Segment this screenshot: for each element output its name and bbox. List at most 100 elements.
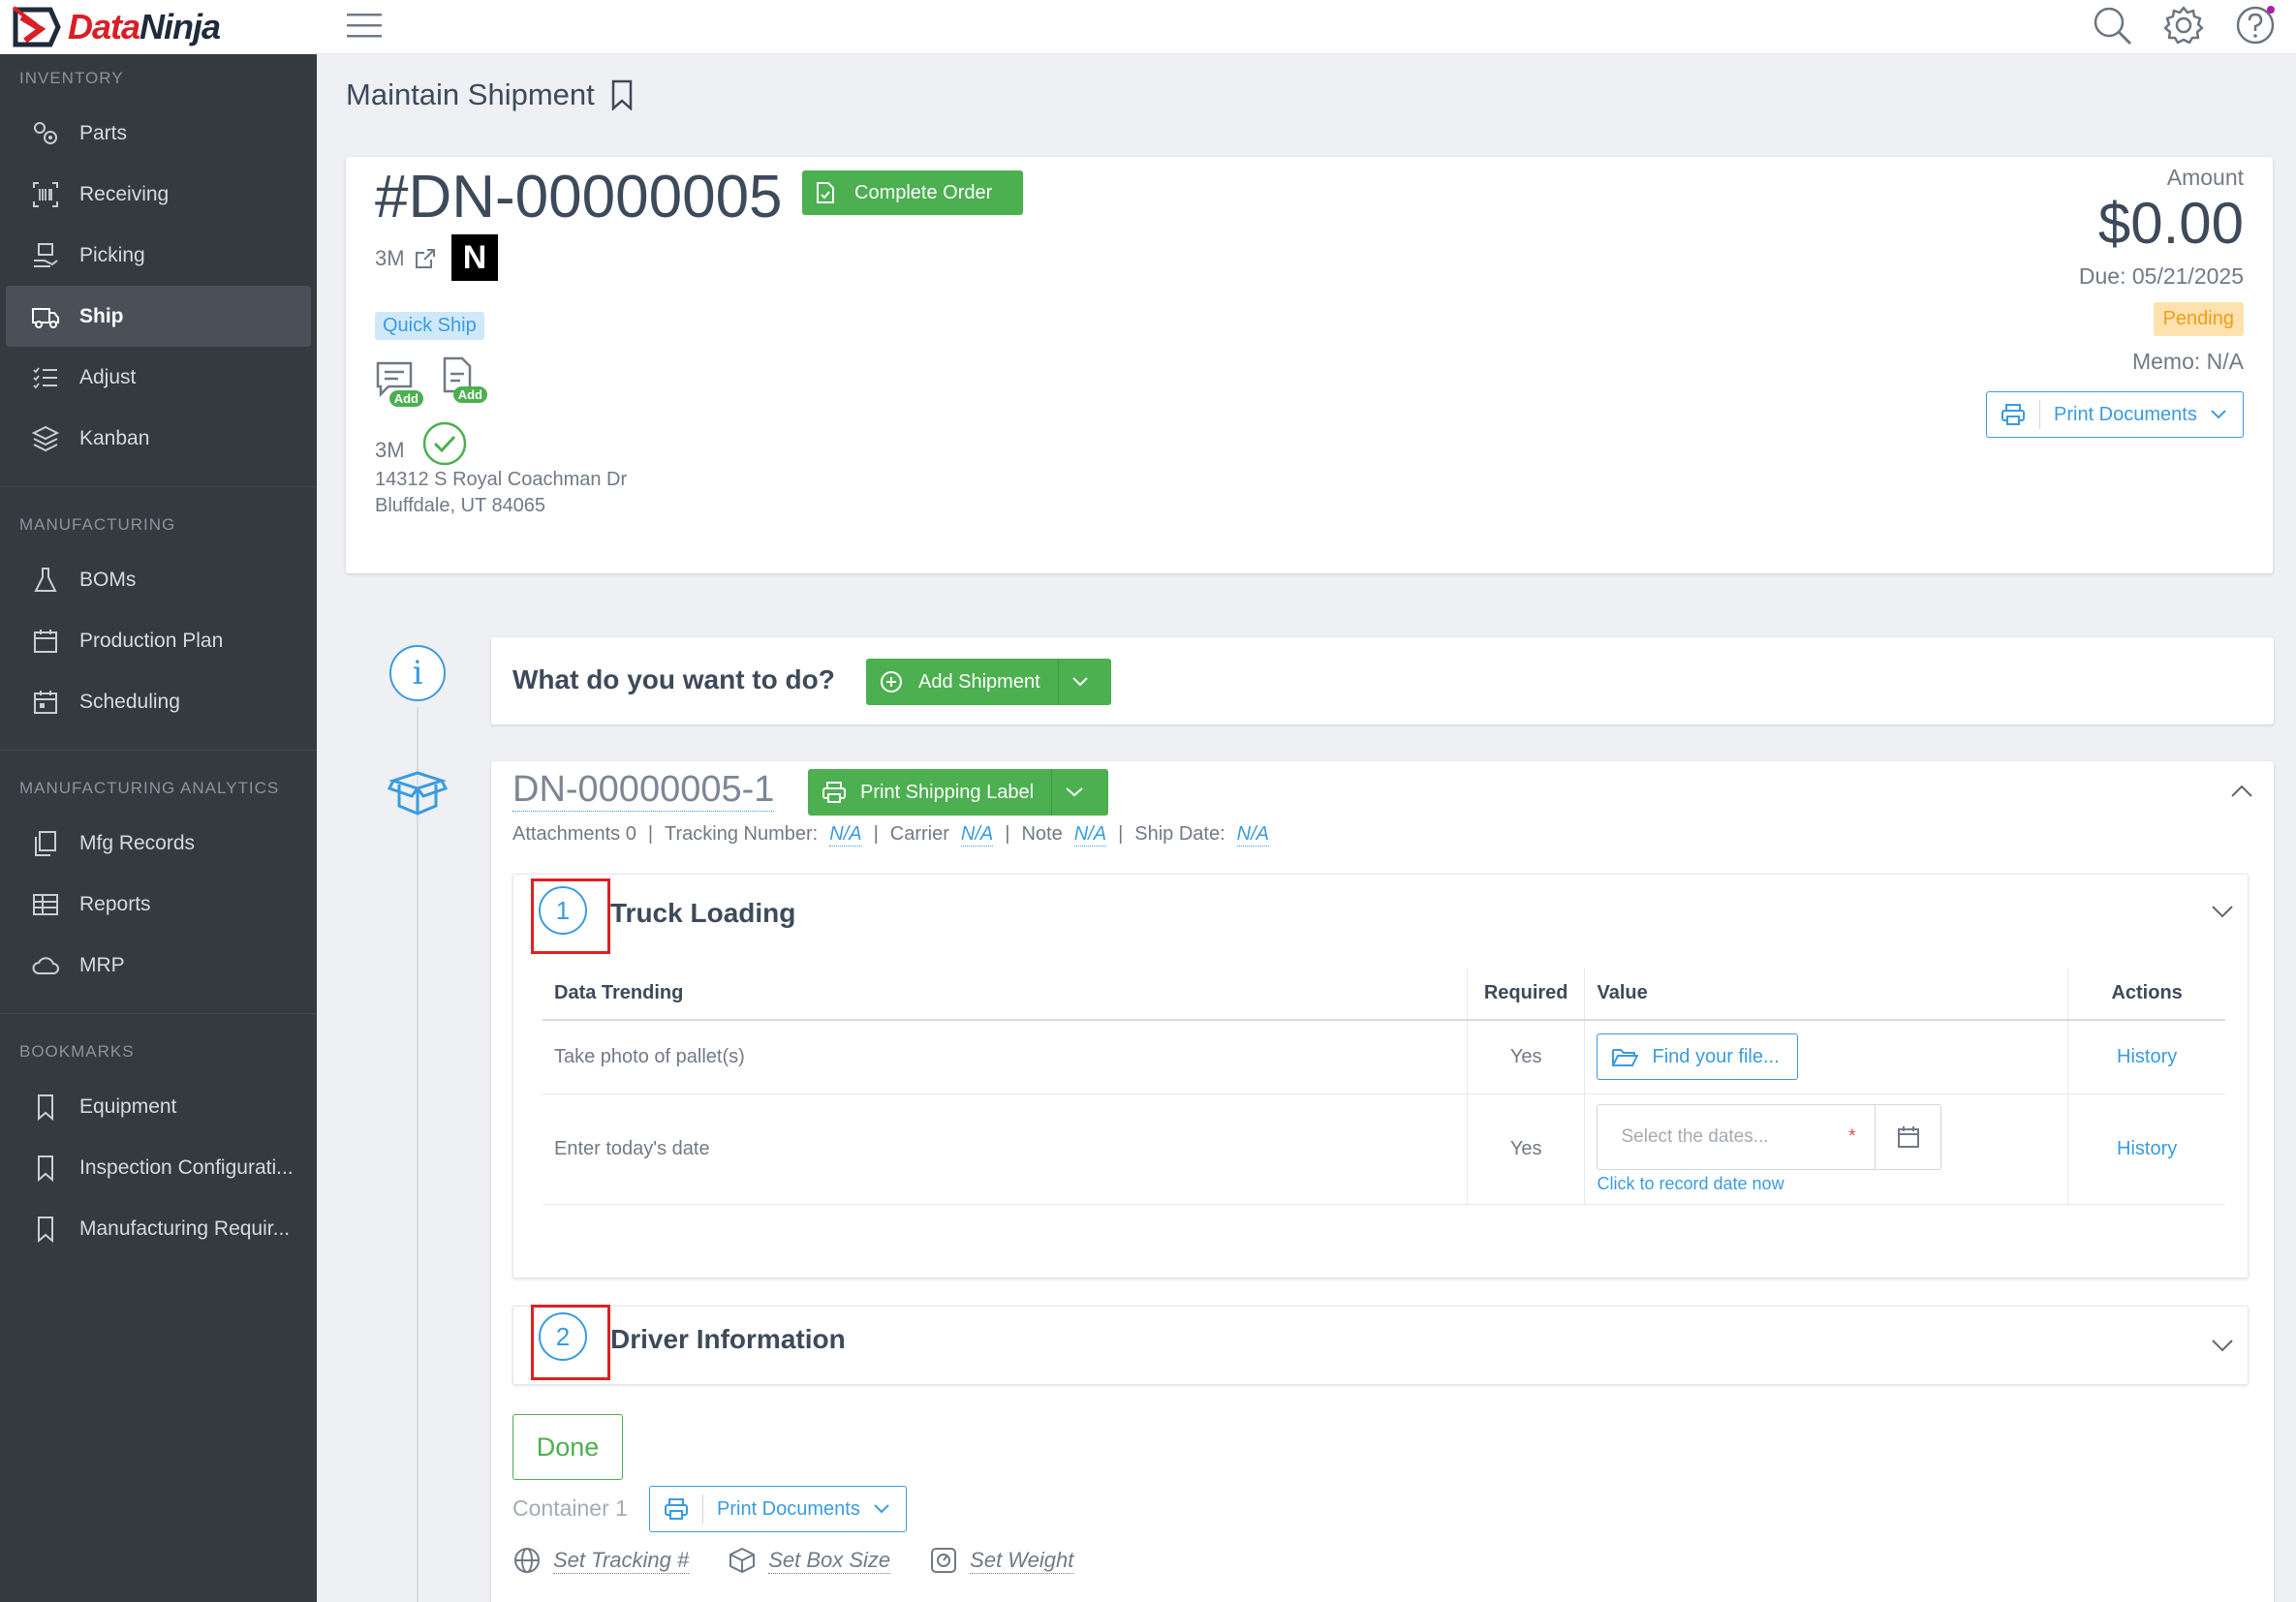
set-weight-label: Set Weight <box>970 1547 1074 1574</box>
due-date: Due: 05/21/2025 <box>2078 263 2244 289</box>
done-button[interactable]: Done <box>512 1414 623 1480</box>
step-number: 1 <box>539 886 587 935</box>
tracking-label: Tracking Number: <box>665 823 819 845</box>
shipment-card: DN-00000005-1 Print Shipping Label Attac… <box>491 761 2274 1602</box>
note-label: Note <box>1021 823 1063 845</box>
folder-open-icon <box>1612 1049 1639 1067</box>
find-file-button[interactable]: Find your file... <box>1597 1033 1798 1081</box>
bookmark-icon[interactable] <box>610 79 634 110</box>
search-icon[interactable] <box>2091 4 2133 46</box>
ninja-logo-icon <box>12 6 61 47</box>
sidebar-item-mrp[interactable]: MRP <box>6 935 311 996</box>
box-open-icon <box>388 771 448 816</box>
tracking-value[interactable]: N/A <box>829 823 862 847</box>
container-print-documents-button[interactable]: Print Documents <box>649 1486 907 1532</box>
sidebar-item-label: Scheduling <box>79 690 180 713</box>
calendar-icon <box>1897 1125 1919 1148</box>
sidebar-item-parts[interactable]: Parts <box>6 103 311 164</box>
sidebar-item-reports[interactable]: Reports <box>6 874 311 935</box>
table-icon <box>33 893 58 915</box>
chevron-down-icon[interactable] <box>2211 1338 2234 1353</box>
bookmark-icon <box>38 1216 53 1243</box>
sidebar-item-kanban[interactable]: Kanban <box>6 408 311 469</box>
add-document-button[interactable]: Add <box>439 356 487 403</box>
sidebar-item-label: Reports <box>79 892 151 915</box>
bookmark-icon <box>38 1094 53 1121</box>
top-bar: DataNinja <box>0 0 2296 54</box>
chevron-down-icon[interactable] <box>1066 787 1083 797</box>
ship-date-value[interactable]: N/A <box>1236 823 1269 847</box>
step-truck-loading: 1 Truck Loading Data Trending Required V… <box>512 874 2249 1279</box>
add-shipment-button[interactable]: Add Shipment <box>866 659 1111 705</box>
attachments-count[interactable]: Attachments 0 <box>512 823 636 847</box>
date-input[interactable]: Select the dates... * <box>1598 1105 1875 1169</box>
printer-icon <box>822 782 846 803</box>
set-tracking-action[interactable]: Set Tracking # <box>512 1546 690 1575</box>
calendar-icon <box>34 629 57 653</box>
sidebar-item-label: Adjust <box>79 365 137 388</box>
step-title[interactable]: Driver Information <box>610 1324 846 1355</box>
shipment-meta: Attachments 0 | Tracking Number: N/A | C… <box>512 823 1269 847</box>
customer-logo-badge: N <box>451 234 498 281</box>
sidebar-section-bookmarks: BOOKMARKS <box>19 1042 135 1061</box>
chevron-down-icon[interactable] <box>2211 904 2234 919</box>
calendar-button[interactable] <box>1875 1104 1940 1169</box>
sidebar-item-manufacturing-requirements[interactable]: Manufacturing Requir... <box>6 1198 311 1259</box>
sidebar-item-boms[interactable]: BOMs <box>6 549 311 610</box>
customer-link[interactable]: 3M <box>375 246 436 271</box>
sidebar-item-label: Inspection Configurati... <box>79 1155 294 1179</box>
printer-icon <box>2001 404 2025 425</box>
set-weight-action[interactable]: Set Weight <box>929 1546 1074 1575</box>
print-documents-button[interactable]: Print Documents <box>1986 391 2244 438</box>
shipment-number[interactable]: DN-00000005-1 <box>512 769 775 812</box>
chevron-down-icon[interactable] <box>1071 677 1088 687</box>
flask-icon <box>34 567 57 592</box>
sidebar-item-mfg-records[interactable]: Mfg Records <box>6 813 311 874</box>
logo[interactable]: DataNinja <box>12 4 221 50</box>
page-title: Maintain Shipment <box>346 77 634 112</box>
add-note-button[interactable]: Add <box>375 360 423 407</box>
sidebar-item-label: Receiving <box>79 182 170 205</box>
sidebar-item-label: BOMs <box>79 568 137 591</box>
sidebar-item-ship[interactable]: Ship <box>6 286 311 347</box>
order-summary-card: #DN-00000005 Complete Order 3M N Quick S… <box>346 157 2273 573</box>
add-shipment-label: Add Shipment <box>918 670 1040 693</box>
sidebar-item-adjust[interactable]: Adjust <box>6 347 311 408</box>
list-check-icon <box>33 366 57 388</box>
help-icon[interactable] <box>2234 4 2277 46</box>
sidebar-item-scheduling[interactable]: Scheduling <box>6 671 311 732</box>
print-shipping-label-button[interactable]: Print Shipping Label <box>808 769 1108 816</box>
date-placeholder: Select the dates... <box>1621 1125 1769 1147</box>
sidebar-item-label: Production Plan <box>79 629 224 652</box>
brand-left: Data <box>68 7 140 46</box>
hamburger-menu-icon[interactable] <box>347 10 382 41</box>
step-title[interactable]: Truck Loading <box>610 898 795 929</box>
sidebar-item-label: Picking <box>79 243 145 266</box>
schedule-calendar-icon <box>34 690 57 714</box>
set-box-size-action[interactable]: Set Box Size <box>728 1546 891 1575</box>
gear-icon[interactable] <box>2162 4 2205 46</box>
carrier-label: Carrier <box>889 823 949 845</box>
sidebar-item-production-plan[interactable]: Production Plan <box>6 610 311 671</box>
split-divider <box>1051 769 1053 816</box>
chevron-up-icon[interactable] <box>2231 785 2252 798</box>
chevron-down-icon <box>2211 410 2226 419</box>
sidebar-item-inspection-configuration[interactable]: Inspection Configurati... <box>6 1137 311 1198</box>
data-trending-table: Data Trending Required Value Actions Tak… <box>543 968 2225 1205</box>
print-documents-label: Print Documents <box>717 1497 860 1520</box>
sidebar-item-picking[interactable]: Picking <box>6 225 311 286</box>
history-link[interactable]: History <box>2067 1094 2225 1205</box>
history-link[interactable]: History <box>2067 1020 2225 1094</box>
row-value: Select the dates... * Click to record da… <box>1584 1094 2069 1205</box>
sidebar-item-equipment[interactable]: Equipment <box>6 1076 311 1137</box>
container-label: Container 1 <box>512 1495 628 1521</box>
row-label: Take photo of pallet(s) <box>543 1020 1468 1094</box>
carrier-value[interactable]: N/A <box>960 823 994 847</box>
sidebar-item-label: Equipment <box>79 1094 177 1118</box>
amount-value: $0.00 <box>2097 191 2244 256</box>
sidebar-item-receiving[interactable]: Receiving <box>6 164 311 225</box>
set-box-size-label: Set Box Size <box>768 1547 891 1574</box>
complete-order-button[interactable]: Complete Order <box>802 170 1023 215</box>
record-date-link[interactable]: Click to record date now <box>1597 1174 2067 1194</box>
note-value[interactable]: N/A <box>1073 823 1107 847</box>
